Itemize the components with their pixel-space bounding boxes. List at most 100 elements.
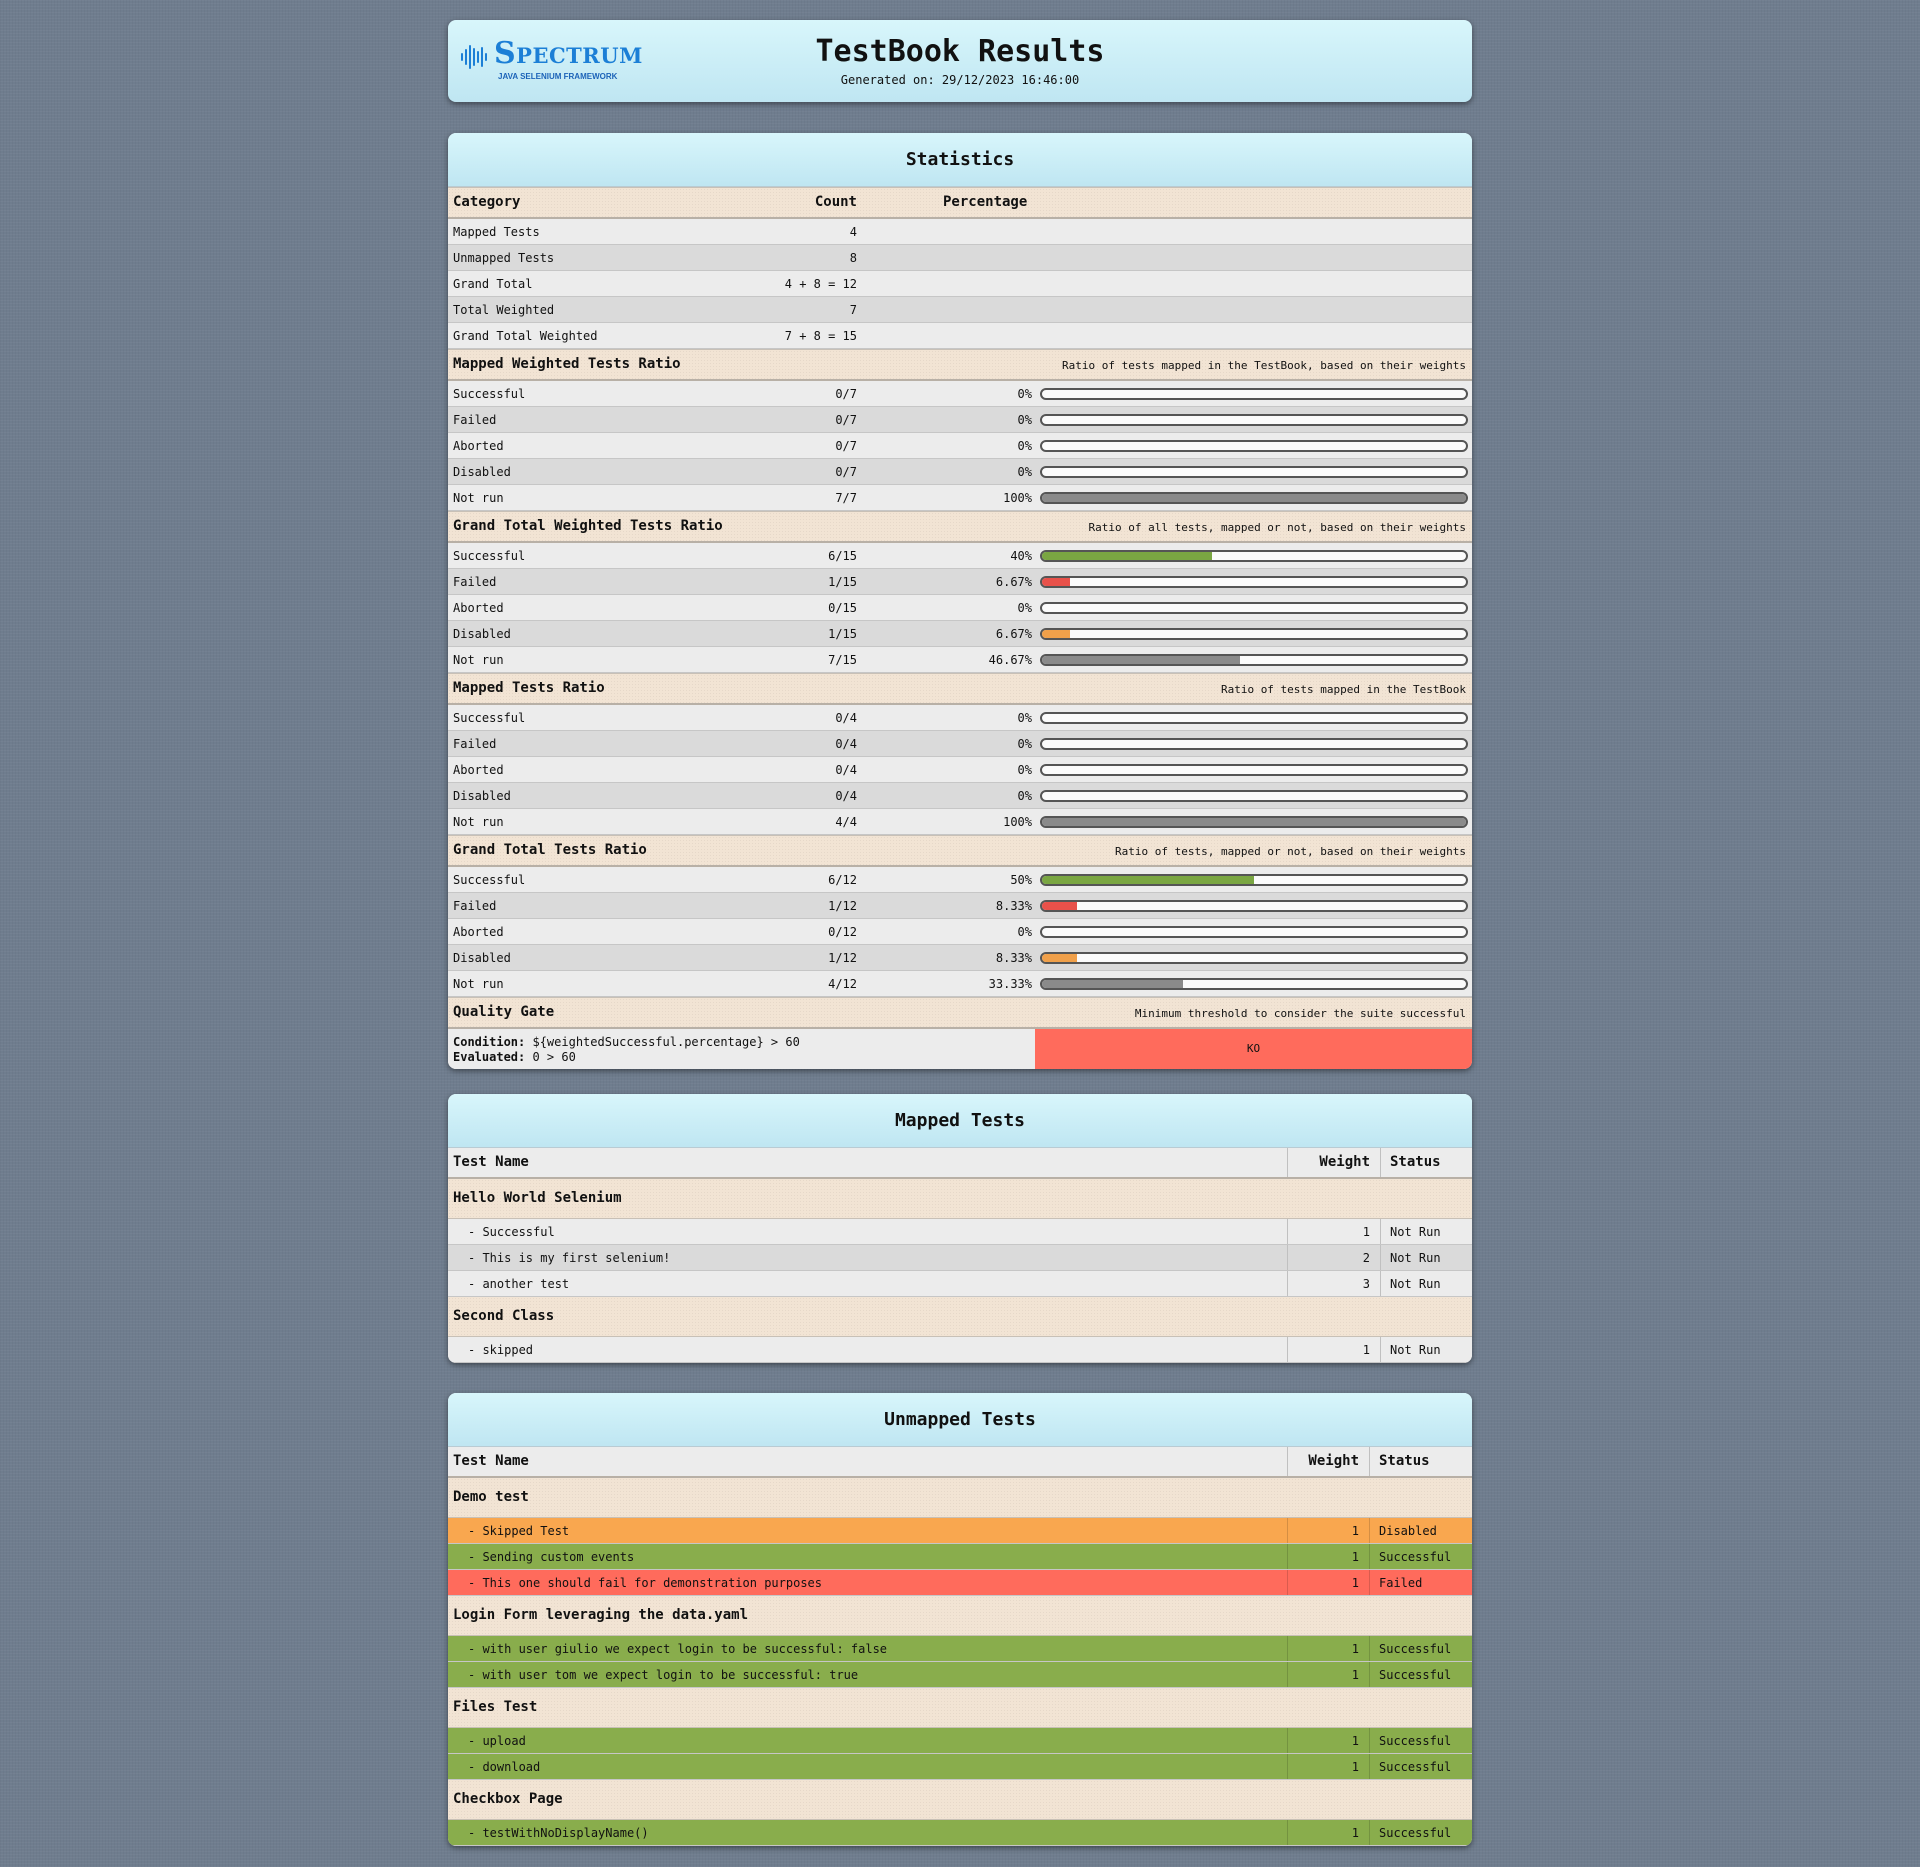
ratio-percentage: 33.33%: [988, 977, 1032, 991]
test-row: - download 1 Successful: [448, 1754, 1472, 1780]
progress-bar: [1040, 576, 1468, 588]
test-row: - upload 1 Successful: [448, 1728, 1472, 1754]
progress-bar: [1040, 790, 1468, 802]
status-column: Status: [1390, 1154, 1441, 1170]
ratio-percentage: 0%: [1017, 711, 1032, 725]
ratio-percentage: 0%: [1017, 387, 1032, 401]
test-weight: 1: [1351, 1734, 1359, 1748]
ratio-row: Failed 1/12 8.33%: [448, 893, 1472, 919]
progress-fill: [1042, 630, 1071, 638]
test-status: Not Run: [1390, 1277, 1441, 1291]
ratio-count: 4/12: [828, 977, 857, 991]
progress-bar: [1040, 440, 1468, 452]
ratio-count: 0/7: [835, 465, 857, 479]
test-row: - another test 3 Not Run: [448, 1271, 1472, 1297]
evaluated-value: 0 > 60: [532, 1050, 576, 1064]
ratio-label: Disabled: [453, 789, 511, 803]
test-name-column: Test Name: [453, 1154, 529, 1170]
progress-bar: [1040, 900, 1468, 912]
column-divider: [1287, 1570, 1288, 1595]
quality-gate-row: Condition: ${weightedSuccessful.percenta…: [448, 1029, 1472, 1069]
progress-fill: [1042, 552, 1212, 560]
progress-bar: [1040, 926, 1468, 938]
ratio-percentage: 0%: [1017, 601, 1032, 615]
ratio-row: Successful 0/7 0%: [448, 381, 1472, 407]
statistics-title: Statistics: [448, 133, 1472, 187]
test-weight: 1: [1351, 1826, 1359, 1840]
summary-count: 8: [849, 251, 857, 265]
ratio-row: Disabled 1/12 8.33%: [448, 945, 1472, 971]
column-divider: [1380, 1219, 1381, 1244]
ratio-row: Disabled 0/4 0%: [448, 783, 1472, 809]
test-status: Successful: [1379, 1550, 1452, 1564]
column-divider: [1287, 1271, 1288, 1296]
test-row: - with user giulio we expect login to be…: [448, 1636, 1472, 1662]
progress-fill: [1042, 494, 1466, 502]
summary-row: Total Weighted 7: [448, 297, 1472, 323]
test-name-column: Test Name: [453, 1453, 529, 1469]
ratio-count: 0/4: [835, 711, 857, 725]
test-name: - testWithNoDisplayName(): [468, 1826, 649, 1840]
ratio-section-header: Grand Total Tests Ratio Ratio of tests, m…: [448, 835, 1472, 867]
summary-count: 4: [849, 225, 857, 239]
ratio-label: Successful: [453, 711, 526, 725]
summary-label: Unmapped Tests: [453, 251, 555, 265]
ratio-row: Failed 0/7 0%: [448, 407, 1472, 433]
progress-bar: [1040, 550, 1468, 562]
test-status: Not Run: [1390, 1251, 1441, 1265]
ratio-count: 0/7: [835, 413, 857, 427]
test-status: Failed: [1379, 1576, 1423, 1590]
ratio-section-title: Grand Total Weighted Tests Ratio: [453, 518, 723, 534]
ratio-percentage: 100%: [1003, 491, 1032, 505]
ratio-percentage: 0%: [1017, 439, 1032, 453]
progress-fill: [1042, 954, 1078, 962]
ratio-count: 0/4: [835, 737, 857, 751]
ratio-section-header: Grand Total Weighted Tests Ratio Ratio of…: [448, 511, 1472, 543]
ratio-count: 1/12: [828, 951, 857, 965]
summary-count: 7 + 8 = 15: [784, 329, 857, 343]
test-row: - Skipped Test 1 Disabled: [448, 1518, 1472, 1544]
progress-bar: [1040, 978, 1468, 990]
test-status: Not Run: [1390, 1225, 1441, 1239]
test-name: - with user tom we expect login to be su…: [468, 1668, 859, 1682]
test-group-name: Demo test: [453, 1489, 529, 1505]
test-group-name: Checkbox Page: [453, 1791, 563, 1807]
test-name: - Sending custom events: [468, 1550, 635, 1564]
progress-fill: [1042, 818, 1466, 826]
ratio-percentage: 0%: [1017, 465, 1032, 479]
test-name: - with user giulio we expect login to be…: [468, 1642, 888, 1656]
quality-gate-title: Quality Gate: [453, 1004, 555, 1020]
ratio-label: Failed: [453, 413, 497, 427]
category-column: Category: [453, 194, 521, 210]
test-weight: 1: [1351, 1642, 1359, 1656]
unmapped-tests-card: Unmapped Tests Test Name Weight Status D…: [448, 1393, 1472, 1846]
ratio-count: 1/12: [828, 899, 857, 913]
condition-label: Condition:: [453, 1035, 526, 1049]
ratio-row: Not run 7/7 100%: [448, 485, 1472, 511]
test-group-header: Checkbox Page: [448, 1780, 1472, 1820]
ratio-label: Disabled: [453, 627, 511, 641]
ratio-percentage: 0%: [1017, 737, 1032, 751]
test-weight: 1: [1351, 1524, 1359, 1538]
generated-timestamp: Generated on: 29/12/2023 16:46:00: [840, 73, 1080, 87]
test-weight: 1: [1351, 1760, 1359, 1774]
summary-label: Total Weighted: [453, 303, 555, 317]
column-divider: [1369, 1636, 1370, 1661]
progress-bar: [1040, 628, 1468, 640]
status-column: Status: [1379, 1453, 1430, 1469]
test-weight: 2: [1362, 1251, 1370, 1265]
ratio-label: Not run: [453, 491, 504, 505]
ratio-count: 6/12: [828, 873, 857, 887]
progress-bar: [1040, 414, 1468, 426]
summary-row: Unmapped Tests 8: [448, 245, 1472, 271]
summary-label: Mapped Tests: [453, 225, 540, 239]
ratio-row: Failed 0/4 0%: [448, 731, 1472, 757]
ratio-percentage: 6.67%: [995, 575, 1032, 589]
ratio-section-description: Ratio of tests, mapped or not, based on …: [1115, 845, 1466, 858]
quality-gate-result: KO: [1035, 1029, 1472, 1069]
ratio-percentage: 0%: [1017, 925, 1032, 939]
progress-bar: [1040, 492, 1468, 504]
progress-fill: [1042, 656, 1240, 664]
column-divider: [1287, 1662, 1288, 1687]
ratio-label: Failed: [453, 575, 497, 589]
